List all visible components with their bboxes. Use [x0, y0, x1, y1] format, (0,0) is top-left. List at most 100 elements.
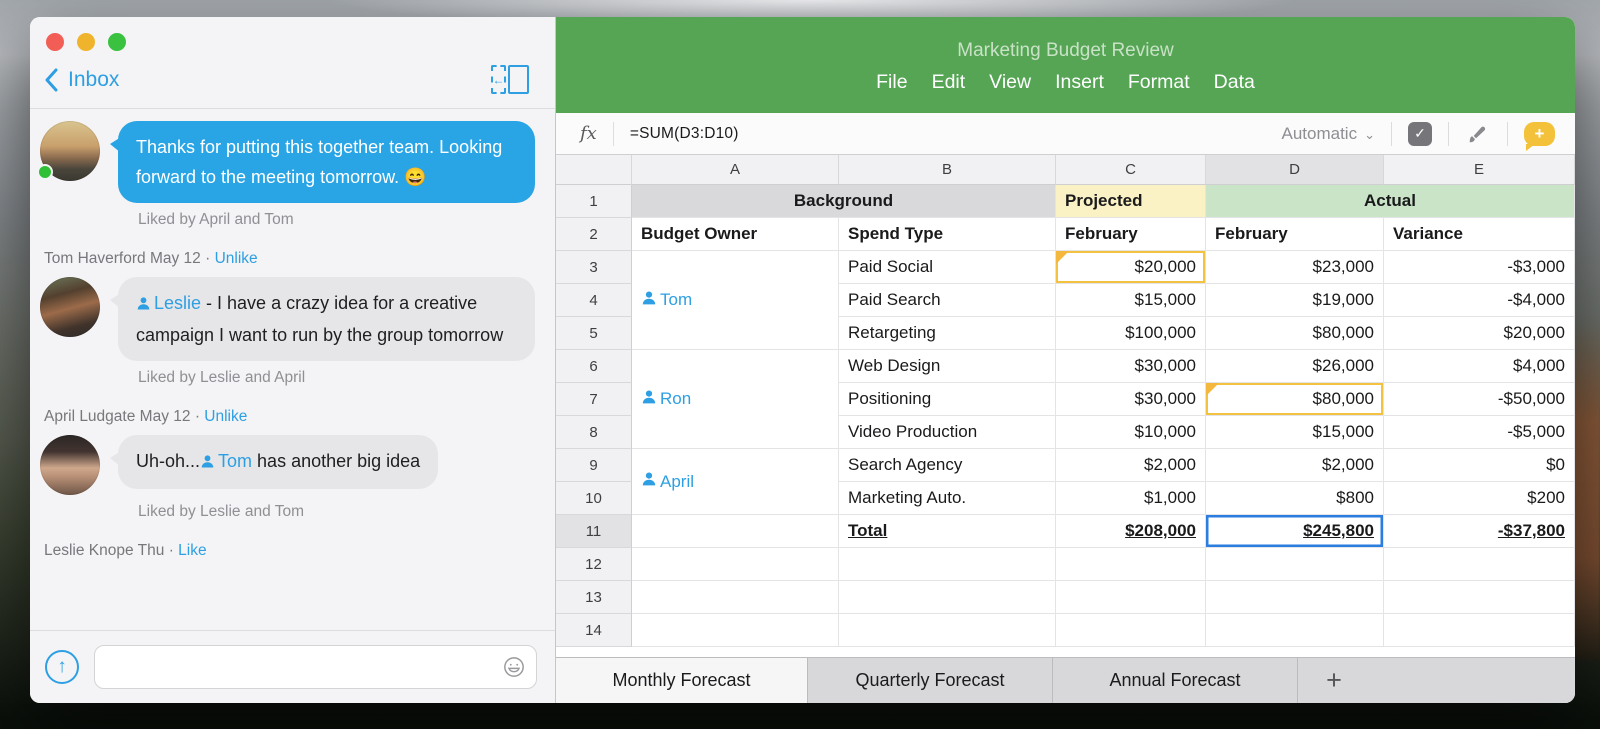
menu-insert[interactable]: Insert — [1055, 71, 1104, 94]
back-to-inbox-button[interactable]: Inbox — [44, 68, 119, 92]
tab-quarterly-forecast[interactable]: Quarterly Forecast — [808, 658, 1053, 703]
cell-A12[interactable] — [632, 548, 839, 581]
cell-D7[interactable]: $80,000 — [1206, 383, 1384, 416]
cell-D9[interactable]: $2,000 — [1206, 449, 1384, 482]
cell-D3[interactable]: $23,000 — [1206, 251, 1384, 284]
row-header-7[interactable]: 7 — [556, 383, 632, 416]
mention-leslie[interactable]: Leslie — [136, 293, 201, 313]
cell-B8[interactable]: Video Production — [839, 416, 1056, 449]
cell-D6[interactable]: $26,000 — [1206, 350, 1384, 383]
column-header-E[interactable]: E — [1384, 155, 1575, 185]
cell-C4[interactable]: $15,000 — [1056, 284, 1206, 317]
cell-A2[interactable]: Budget Owner — [632, 218, 839, 251]
cell-B2[interactable]: Spend Type — [839, 218, 1056, 251]
cell-C11-total[interactable]: $208,000 — [1056, 515, 1206, 548]
row-header-2[interactable]: 2 — [556, 218, 632, 251]
cell-D14[interactable] — [1206, 614, 1384, 647]
cell-E4[interactable]: -$4,000 — [1384, 284, 1575, 317]
menu-view[interactable]: View — [989, 71, 1031, 94]
cell-C9[interactable]: $2,000 — [1056, 449, 1206, 482]
cell-E13[interactable] — [1384, 581, 1575, 614]
cell-B3[interactable]: Paid Social — [839, 251, 1056, 284]
cell-E7[interactable]: -$50,000 — [1384, 383, 1575, 416]
cell-C5[interactable]: $100,000 — [1056, 317, 1206, 350]
avatar-leslie[interactable] — [40, 121, 100, 181]
mention-tom[interactable]: Tom — [200, 451, 252, 471]
send-button[interactable]: ↑ — [45, 650, 79, 684]
cell-D13[interactable] — [1206, 581, 1384, 614]
cell-E14[interactable] — [1384, 614, 1575, 647]
cell-A14[interactable] — [632, 614, 839, 647]
row-header-10[interactable]: 10 — [556, 482, 632, 515]
cell-D11-total-selected[interactable]: $245,800 — [1206, 515, 1384, 548]
tab-monthly-forecast[interactable]: Monthly Forecast — [556, 658, 808, 703]
format-paint-button[interactable] — [1465, 122, 1491, 146]
checkbox-tool-button[interactable]: ✓ — [1408, 122, 1432, 146]
cell-D4[interactable]: $19,000 — [1206, 284, 1384, 317]
row-header-4[interactable]: 4 — [556, 284, 632, 317]
emoji-picker-icon[interactable] — [503, 656, 525, 678]
row-header-13[interactable]: 13 — [556, 581, 632, 614]
cell-D1-actual[interactable]: Actual — [1206, 185, 1575, 218]
avatar-tom[interactable] — [40, 277, 100, 337]
cell-D10[interactable]: $800 — [1206, 482, 1384, 515]
cell-E10[interactable]: $200 — [1384, 482, 1575, 515]
cell-B7[interactable]: Positioning — [839, 383, 1056, 416]
cell-E5[interactable]: $20,000 — [1384, 317, 1575, 350]
formula-input[interactable]: =SUM(D3:D10) — [630, 125, 1282, 143]
cell-C14[interactable] — [1056, 614, 1206, 647]
cell-D5[interactable]: $80,000 — [1206, 317, 1384, 350]
cell-B13[interactable] — [839, 581, 1056, 614]
menu-data[interactable]: Data — [1214, 71, 1255, 94]
add-sheet-button[interactable]: + — [1298, 658, 1370, 703]
cell-A9-owner-april[interactable]: April — [632, 449, 839, 515]
cell-D2[interactable]: February — [1206, 218, 1384, 251]
zoom-button[interactable] — [108, 33, 126, 51]
cell-E8[interactable]: -$5,000 — [1384, 416, 1575, 449]
cell-D12[interactable] — [1206, 548, 1384, 581]
row-header-12[interactable]: 12 — [556, 548, 632, 581]
cell-E12[interactable] — [1384, 548, 1575, 581]
cell-B12[interactable] — [839, 548, 1056, 581]
cell-D8[interactable]: $15,000 — [1206, 416, 1384, 449]
column-header-A[interactable]: A — [632, 155, 839, 185]
cell-E9[interactable]: $0 — [1384, 449, 1575, 482]
row-header-1[interactable]: 1 — [556, 185, 632, 218]
like-link[interactable]: Like — [178, 542, 206, 559]
select-all-corner[interactable] — [556, 155, 632, 185]
calc-mode-dropdown[interactable]: Automatic ⌄ — [1282, 124, 1376, 144]
menu-file[interactable]: File — [876, 71, 907, 94]
cell-C8[interactable]: $10,000 — [1056, 416, 1206, 449]
cell-A3-owner-tom[interactable]: Tom — [632, 251, 839, 350]
cell-C7[interactable]: $30,000 — [1056, 383, 1206, 416]
cell-A1-background[interactable]: Background — [632, 185, 1056, 218]
cell-C13[interactable] — [1056, 581, 1206, 614]
message-input[interactable] — [94, 645, 537, 689]
avatar-april[interactable] — [40, 435, 100, 495]
cell-B5[interactable]: Retargeting — [839, 317, 1056, 350]
cell-E6[interactable]: $4,000 — [1384, 350, 1575, 383]
cell-B6[interactable]: Web Design — [839, 350, 1056, 383]
row-header-11[interactable]: 11 — [556, 515, 632, 548]
cell-A11[interactable] — [632, 515, 839, 548]
cell-A13[interactable] — [632, 581, 839, 614]
cell-B10[interactable]: Marketing Auto. — [839, 482, 1056, 515]
row-header-6[interactable]: 6 — [556, 350, 632, 383]
column-header-C[interactable]: C — [1056, 155, 1206, 185]
collapse-sidebar-button[interactable]: ← — [491, 65, 529, 94]
cell-B4[interactable]: Paid Search — [839, 284, 1056, 317]
minimize-button[interactable] — [77, 33, 95, 51]
add-comment-button[interactable]: + — [1524, 122, 1555, 146]
row-header-8[interactable]: 8 — [556, 416, 632, 449]
row-header-3[interactable]: 3 — [556, 251, 632, 284]
cell-C3[interactable]: $20,000 — [1056, 251, 1206, 284]
cell-C10[interactable]: $1,000 — [1056, 482, 1206, 515]
tab-annual-forecast[interactable]: Annual Forecast — [1053, 658, 1298, 703]
cell-C12[interactable] — [1056, 548, 1206, 581]
cell-E11-total[interactable]: -$37,800 — [1384, 515, 1575, 548]
menu-format[interactable]: Format — [1128, 71, 1190, 94]
unlike-link[interactable]: Unlike — [204, 408, 247, 425]
cell-C1-projected[interactable]: Projected — [1056, 185, 1206, 218]
cell-E3[interactable]: -$3,000 — [1384, 251, 1575, 284]
column-header-B[interactable]: B — [839, 155, 1056, 185]
